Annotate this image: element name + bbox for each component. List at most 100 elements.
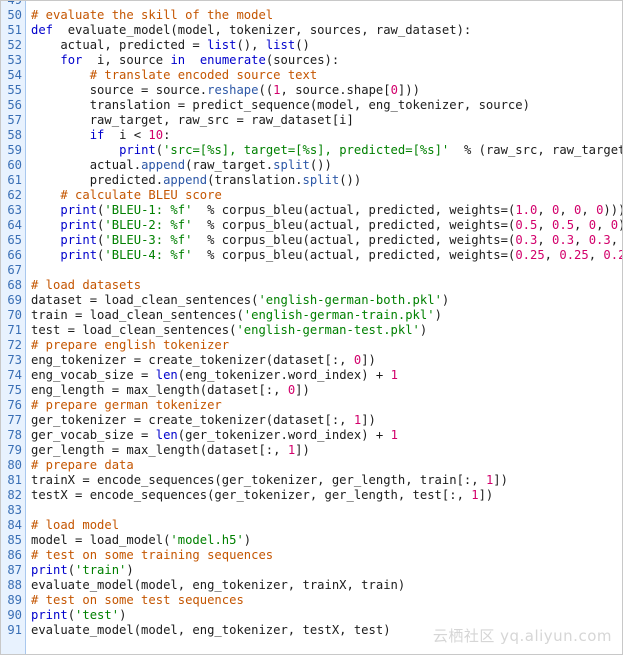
- code-line[interactable]: 69 dataset = load_clean_sentences('englis…: [1, 293, 622, 308]
- code-line[interactable]: 52 actual, predicted = list(), list(): [1, 38, 622, 53]
- code-text[interactable]: test = load_clean_sentences('english-ger…: [31, 323, 427, 338]
- code-line[interactable]: 66 print('BLEU-4: %f' % corpus_bleu(actu…: [1, 248, 622, 263]
- string-token: 'train': [75, 563, 127, 577]
- code-text[interactable]: ger_length = max_length(dataset[:, 1]): [31, 443, 310, 458]
- watermark: 云栖社区 yq.aliyun.com: [432, 627, 612, 645]
- code-text[interactable]: # test on some test sequences: [31, 593, 244, 608]
- code-text[interactable]: # prepare data: [31, 458, 134, 473]
- code-line[interactable]: 64 print('BLEU-2: %f' % corpus_bleu(actu…: [1, 218, 622, 233]
- number-token: 0.5: [515, 218, 538, 232]
- code-text[interactable]: # load datasets: [31, 278, 141, 293]
- code-text[interactable]: trainX = encode_sequences(ger_tokenizer,…: [31, 473, 508, 488]
- code-text[interactable]: dataset = load_clean_sentences('english-…: [31, 293, 449, 308]
- code-line[interactable]: 63 print('BLEU-1: %f' % corpus_bleu(actu…: [1, 203, 622, 218]
- code-text[interactable]: raw_target, raw_src = raw_dataset[i]: [31, 113, 354, 128]
- code-text[interactable]: ger_tokenizer = create_tokenizer(dataset…: [31, 413, 376, 428]
- code-line[interactable]: 89 # test on some test sequences: [1, 593, 622, 608]
- code-line[interactable]: 59 print('src=[%s], target=[%s], predict…: [1, 143, 622, 158]
- line-number: 84: [7, 518, 22, 532]
- line-number: 65: [7, 233, 22, 247]
- code-line[interactable]: 78 ger_vocab_size = len(ger_tokenizer.wor…: [1, 428, 622, 443]
- line-number: 59: [7, 143, 22, 157]
- code-text[interactable]: actual.append(raw_target.split()): [31, 158, 332, 173]
- code-line[interactable]: 65 print('BLEU-3: %f' % corpus_bleu(actu…: [1, 233, 622, 248]
- code-text[interactable]: eng_length = max_length(dataset[:, 0]): [31, 383, 310, 398]
- code-line[interactable]: 56 translation = predict_sequence(model,…: [1, 98, 622, 113]
- code-token: ,: [537, 203, 553, 217]
- code-line[interactable]: 55 source = source.reshape((1, source.sh…: [1, 83, 622, 98]
- code-line[interactable]: 90 print('test'): [1, 608, 622, 623]
- code-line[interactable]: 70 train = load_clean_sentences('english-…: [1, 308, 622, 323]
- code-text[interactable]: print('train'): [31, 563, 134, 578]
- code-text[interactable]: # calculate BLEU score: [31, 188, 221, 203]
- code-text[interactable]: actual, predicted = list(), list(): [31, 38, 310, 53]
- code-text[interactable]: testX = encode_sequences(ger_tokenizer, …: [31, 488, 493, 503]
- code-text[interactable]: evaluate_model(model, eng_tokenizer, tes…: [31, 623, 391, 638]
- code-text[interactable]: evaluate_model(model, eng_tokenizer, tra…: [31, 578, 405, 593]
- code-text[interactable]: translation = predict_sequence(model, en…: [31, 98, 530, 113]
- code-line[interactable]: 81 trainX = encode_sequences(ger_tokenize…: [1, 473, 622, 488]
- code-line[interactable]: 60 actual.append(raw_target.split()): [1, 158, 622, 173]
- line-number: 61: [7, 173, 22, 187]
- code-line[interactable]: 68 # load datasets: [1, 278, 622, 293]
- code-line[interactable]: 73 eng_tokenizer = create_tokenizer(datas…: [1, 353, 622, 368]
- code-line[interactable]: 51 def evaluate_model(model, tokenizer, s…: [1, 23, 622, 38]
- code-line[interactable]: 88 evaluate_model(model, eng_tokenizer, t…: [1, 578, 622, 593]
- code-line[interactable]: 85 model = load_model('model.h5'): [1, 533, 622, 548]
- code-line[interactable]: 80 # prepare data: [1, 458, 622, 473]
- code-text[interactable]: print('BLEU-2: %f' % corpus_bleu(actual,…: [31, 218, 622, 233]
- code-text[interactable]: for i, source in enumerate(sources):: [31, 53, 339, 68]
- code-text[interactable]: print('test'): [31, 608, 126, 623]
- code-text[interactable]: print('BLEU-3: %f' % corpus_bleu(actual,…: [31, 233, 622, 248]
- code-editor[interactable]: 49 50 # evaluate the skill of the model 51 d…: [0, 0, 623, 655]
- code-text[interactable]: train = load_clean_sentences('english-ge…: [31, 308, 442, 323]
- code-token: ))): [618, 218, 622, 232]
- code-token: ,: [537, 218, 553, 232]
- code-text[interactable]: print('BLEU-1: %f' % corpus_bleu(actual,…: [31, 203, 622, 218]
- number-token: 1.0: [515, 203, 538, 217]
- code-text[interactable]: # test on some training sequences: [31, 548, 273, 563]
- code-text[interactable]: # prepare german tokenizer: [31, 398, 222, 413]
- code-line[interactable]: 54 # translate encoded source text: [1, 68, 622, 83]
- code-token: :: [163, 128, 171, 142]
- code-text[interactable]: ger_vocab_size = len(ger_tokenizer.word_…: [31, 428, 398, 443]
- keyword-token: if: [89, 128, 105, 142]
- code-line[interactable]: 75 eng_length = max_length(dataset[:, 0]): [1, 383, 622, 398]
- code-text[interactable]: # translate encoded source text: [31, 68, 317, 83]
- code-lines[interactable]: 49 50 # evaluate the skill of the model 51 d…: [1, 1, 622, 638]
- code-line[interactable]: 87 print('train'): [1, 563, 622, 578]
- code-token: ()): [309, 158, 332, 172]
- code-line[interactable]: 71 test = load_clean_sentences('english-g…: [1, 323, 622, 338]
- code-text[interactable]: print('src=[%s], target=[%s], predicted=…: [31, 143, 622, 158]
- code-text[interactable]: predicted.append(translation.split()): [31, 173, 362, 188]
- code-line[interactable]: 72 # prepare english tokenizer: [1, 338, 622, 353]
- code-text[interactable]: # evaluate the skill of the model: [31, 8, 273, 23]
- code-line[interactable]: 53 for i, source in enumerate(sources):: [1, 53, 622, 68]
- code-text[interactable]: source = source.reshape((1, source.shape…: [31, 83, 420, 98]
- code-line[interactable]: 86 # test on some training sequences: [1, 548, 622, 563]
- code-text[interactable]: if i < 10:: [31, 128, 171, 143]
- code-text[interactable]: eng_vocab_size = len(eng_tokenizer.word_…: [31, 368, 398, 383]
- code-text[interactable]: # load model: [31, 518, 119, 533]
- code-line[interactable]: 74 eng_vocab_size = len(eng_tokenizer.wor…: [1, 368, 622, 383]
- code-line[interactable]: 67: [1, 263, 622, 278]
- code-text[interactable]: eng_tokenizer = create_tokenizer(dataset…: [31, 353, 376, 368]
- code-line[interactable]: 84 # load model: [1, 518, 622, 533]
- code-line[interactable]: 50 # evaluate the skill of the model: [1, 8, 622, 23]
- code-line[interactable]: 62 # calculate BLEU score: [1, 188, 622, 203]
- code-line[interactable]: 79 ger_length = max_length(dataset[:, 1]): [1, 443, 622, 458]
- code-line[interactable]: 61 predicted.append(translation.split()): [1, 173, 622, 188]
- code-text[interactable]: model = load_model('model.h5'): [31, 533, 251, 548]
- code-line[interactable]: 83: [1, 503, 622, 518]
- code-text[interactable]: # prepare english tokenizer: [31, 338, 229, 353]
- number-token: 0: [588, 218, 597, 232]
- code-line[interactable]: 77 ger_tokenizer = create_tokenizer(datas…: [1, 413, 622, 428]
- code-line[interactable]: 82 testX = encode_sequences(ger_tokenizer…: [1, 488, 622, 503]
- code-line[interactable]: 58 if i < 10:: [1, 128, 622, 143]
- code-text[interactable]: def evaluate_model(model, tokenizer, sou…: [31, 23, 471, 38]
- code-text[interactable]: print('BLEU-4: %f' % corpus_bleu(actual,…: [31, 248, 622, 263]
- code-line[interactable]: 76 # prepare german tokenizer: [1, 398, 622, 413]
- code-line[interactable]: 49: [1, 1, 622, 8]
- string-token: 'src=[%s], target=[%s], predicted=[%s]': [163, 143, 450, 157]
- code-line[interactable]: 57 raw_target, raw_src = raw_dataset[i]: [1, 113, 622, 128]
